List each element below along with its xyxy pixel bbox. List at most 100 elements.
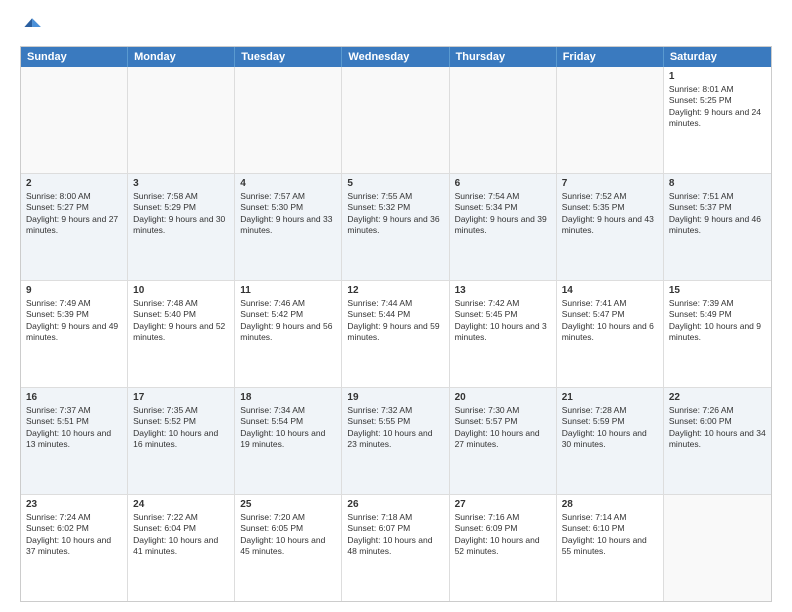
calendar-row-2: 2Sunrise: 8:00 AM Sunset: 5:27 PM Daylig… xyxy=(21,174,771,281)
cell-info: Sunrise: 7:51 AM Sunset: 5:37 PM Dayligh… xyxy=(669,191,766,237)
cal-cell-r1-c0: 2Sunrise: 8:00 AM Sunset: 5:27 PM Daylig… xyxy=(21,174,128,280)
day-number: 21 xyxy=(562,391,658,404)
cell-info: Sunrise: 7:26 AM Sunset: 6:00 PM Dayligh… xyxy=(669,405,766,451)
day-number: 28 xyxy=(562,498,658,511)
day-number: 13 xyxy=(455,284,551,297)
cell-info: Sunrise: 7:54 AM Sunset: 5:34 PM Dayligh… xyxy=(455,191,551,237)
calendar-row-4: 16Sunrise: 7:37 AM Sunset: 5:51 PM Dayli… xyxy=(21,388,771,495)
cell-info: Sunrise: 7:39 AM Sunset: 5:49 PM Dayligh… xyxy=(669,298,766,344)
day-number: 23 xyxy=(26,498,122,511)
page: Sunday Monday Tuesday Wednesday Thursday… xyxy=(0,0,792,612)
header xyxy=(20,16,772,38)
day-number: 20 xyxy=(455,391,551,404)
cell-info: Sunrise: 7:48 AM Sunset: 5:40 PM Dayligh… xyxy=(133,298,229,344)
cell-info: Sunrise: 7:42 AM Sunset: 5:45 PM Dayligh… xyxy=(455,298,551,344)
cal-cell-r3-c4: 20Sunrise: 7:30 AM Sunset: 5:57 PM Dayli… xyxy=(450,388,557,494)
day-number: 7 xyxy=(562,177,658,190)
day-number: 5 xyxy=(347,177,443,190)
header-sunday: Sunday xyxy=(21,47,128,67)
cal-cell-r4-c0: 23Sunrise: 7:24 AM Sunset: 6:02 PM Dayli… xyxy=(21,495,128,601)
header-friday: Friday xyxy=(557,47,664,67)
calendar-row-1: 1Sunrise: 8:01 AM Sunset: 5:25 PM Daylig… xyxy=(21,67,771,174)
cell-info: Sunrise: 7:49 AM Sunset: 5:39 PM Dayligh… xyxy=(26,298,122,344)
cal-cell-r2-c3: 12Sunrise: 7:44 AM Sunset: 5:44 PM Dayli… xyxy=(342,281,449,387)
cell-info: Sunrise: 7:44 AM Sunset: 5:44 PM Dayligh… xyxy=(347,298,443,344)
cal-cell-r4-c2: 25Sunrise: 7:20 AM Sunset: 6:05 PM Dayli… xyxy=(235,495,342,601)
day-number: 3 xyxy=(133,177,229,190)
day-number: 24 xyxy=(133,498,229,511)
day-number: 4 xyxy=(240,177,336,190)
cal-cell-r2-c6: 15Sunrise: 7:39 AM Sunset: 5:49 PM Dayli… xyxy=(664,281,771,387)
cal-cell-r4-c5: 28Sunrise: 7:14 AM Sunset: 6:10 PM Dayli… xyxy=(557,495,664,601)
cell-info: Sunrise: 7:20 AM Sunset: 6:05 PM Dayligh… xyxy=(240,512,336,558)
cal-cell-r0-c2 xyxy=(235,67,342,173)
calendar-row-3: 9Sunrise: 7:49 AM Sunset: 5:39 PM Daylig… xyxy=(21,281,771,388)
day-number: 18 xyxy=(240,391,336,404)
cal-cell-r3-c2: 18Sunrise: 7:34 AM Sunset: 5:54 PM Dayli… xyxy=(235,388,342,494)
day-number: 9 xyxy=(26,284,122,297)
cal-cell-r3-c1: 17Sunrise: 7:35 AM Sunset: 5:52 PM Dayli… xyxy=(128,388,235,494)
day-number: 6 xyxy=(455,177,551,190)
day-number: 25 xyxy=(240,498,336,511)
day-number: 1 xyxy=(669,70,766,83)
cal-cell-r1-c6: 8Sunrise: 7:51 AM Sunset: 5:37 PM Daylig… xyxy=(664,174,771,280)
cal-cell-r1-c4: 6Sunrise: 7:54 AM Sunset: 5:34 PM Daylig… xyxy=(450,174,557,280)
day-number: 17 xyxy=(133,391,229,404)
header-monday: Monday xyxy=(128,47,235,67)
cell-info: Sunrise: 7:58 AM Sunset: 5:29 PM Dayligh… xyxy=(133,191,229,237)
cal-cell-r3-c0: 16Sunrise: 7:37 AM Sunset: 5:51 PM Dayli… xyxy=(21,388,128,494)
cal-cell-r3-c5: 21Sunrise: 7:28 AM Sunset: 5:59 PM Dayli… xyxy=(557,388,664,494)
header-wednesday: Wednesday xyxy=(342,47,449,67)
cal-cell-r2-c2: 11Sunrise: 7:46 AM Sunset: 5:42 PM Dayli… xyxy=(235,281,342,387)
day-number: 16 xyxy=(26,391,122,404)
cell-info: Sunrise: 7:34 AM Sunset: 5:54 PM Dayligh… xyxy=(240,405,336,451)
cal-cell-r2-c1: 10Sunrise: 7:48 AM Sunset: 5:40 PM Dayli… xyxy=(128,281,235,387)
cal-cell-r3-c6: 22Sunrise: 7:26 AM Sunset: 6:00 PM Dayli… xyxy=(664,388,771,494)
day-number: 2 xyxy=(26,177,122,190)
day-number: 22 xyxy=(669,391,766,404)
cal-cell-r2-c0: 9Sunrise: 7:49 AM Sunset: 5:39 PM Daylig… xyxy=(21,281,128,387)
cal-cell-r4-c6 xyxy=(664,495,771,601)
day-number: 14 xyxy=(562,284,658,297)
cal-cell-r0-c5 xyxy=(557,67,664,173)
day-number: 27 xyxy=(455,498,551,511)
calendar-body: 1Sunrise: 8:01 AM Sunset: 5:25 PM Daylig… xyxy=(21,67,771,601)
cell-info: Sunrise: 7:22 AM Sunset: 6:04 PM Dayligh… xyxy=(133,512,229,558)
cal-cell-r2-c4: 13Sunrise: 7:42 AM Sunset: 5:45 PM Dayli… xyxy=(450,281,557,387)
day-number: 8 xyxy=(669,177,766,190)
day-number: 10 xyxy=(133,284,229,297)
cal-cell-r1-c5: 7Sunrise: 7:52 AM Sunset: 5:35 PM Daylig… xyxy=(557,174,664,280)
day-number: 15 xyxy=(669,284,766,297)
cell-info: Sunrise: 7:30 AM Sunset: 5:57 PM Dayligh… xyxy=(455,405,551,451)
cell-info: Sunrise: 7:41 AM Sunset: 5:47 PM Dayligh… xyxy=(562,298,658,344)
cell-info: Sunrise: 7:46 AM Sunset: 5:42 PM Dayligh… xyxy=(240,298,336,344)
cal-cell-r4-c4: 27Sunrise: 7:16 AM Sunset: 6:09 PM Dayli… xyxy=(450,495,557,601)
cell-info: Sunrise: 7:24 AM Sunset: 6:02 PM Dayligh… xyxy=(26,512,122,558)
cell-info: Sunrise: 7:37 AM Sunset: 5:51 PM Dayligh… xyxy=(26,405,122,451)
cell-info: Sunrise: 7:55 AM Sunset: 5:32 PM Dayligh… xyxy=(347,191,443,237)
cell-info: Sunrise: 7:14 AM Sunset: 6:10 PM Dayligh… xyxy=(562,512,658,558)
cal-cell-r3-c3: 19Sunrise: 7:32 AM Sunset: 5:55 PM Dayli… xyxy=(342,388,449,494)
calendar-row-5: 23Sunrise: 7:24 AM Sunset: 6:02 PM Dayli… xyxy=(21,495,771,601)
header-thursday: Thursday xyxy=(450,47,557,67)
logo-icon xyxy=(20,16,42,38)
header-tuesday: Tuesday xyxy=(235,47,342,67)
cell-info: Sunrise: 7:28 AM Sunset: 5:59 PM Dayligh… xyxy=(562,405,658,451)
day-number: 12 xyxy=(347,284,443,297)
calendar-header: Sunday Monday Tuesday Wednesday Thursday… xyxy=(21,47,771,67)
header-saturday: Saturday xyxy=(664,47,771,67)
cell-info: Sunrise: 8:01 AM Sunset: 5:25 PM Dayligh… xyxy=(669,84,766,130)
cell-info: Sunrise: 8:00 AM Sunset: 5:27 PM Dayligh… xyxy=(26,191,122,237)
cell-info: Sunrise: 7:32 AM Sunset: 5:55 PM Dayligh… xyxy=(347,405,443,451)
cal-cell-r0-c6: 1Sunrise: 8:01 AM Sunset: 5:25 PM Daylig… xyxy=(664,67,771,173)
logo xyxy=(20,16,44,38)
cal-cell-r1-c2: 4Sunrise: 7:57 AM Sunset: 5:30 PM Daylig… xyxy=(235,174,342,280)
cal-cell-r0-c0 xyxy=(21,67,128,173)
cal-cell-r1-c1: 3Sunrise: 7:58 AM Sunset: 5:29 PM Daylig… xyxy=(128,174,235,280)
cell-info: Sunrise: 7:57 AM Sunset: 5:30 PM Dayligh… xyxy=(240,191,336,237)
cell-info: Sunrise: 7:18 AM Sunset: 6:07 PM Dayligh… xyxy=(347,512,443,558)
cell-info: Sunrise: 7:35 AM Sunset: 5:52 PM Dayligh… xyxy=(133,405,229,451)
cal-cell-r4-c3: 26Sunrise: 7:18 AM Sunset: 6:07 PM Dayli… xyxy=(342,495,449,601)
cal-cell-r4-c1: 24Sunrise: 7:22 AM Sunset: 6:04 PM Dayli… xyxy=(128,495,235,601)
cell-info: Sunrise: 7:16 AM Sunset: 6:09 PM Dayligh… xyxy=(455,512,551,558)
